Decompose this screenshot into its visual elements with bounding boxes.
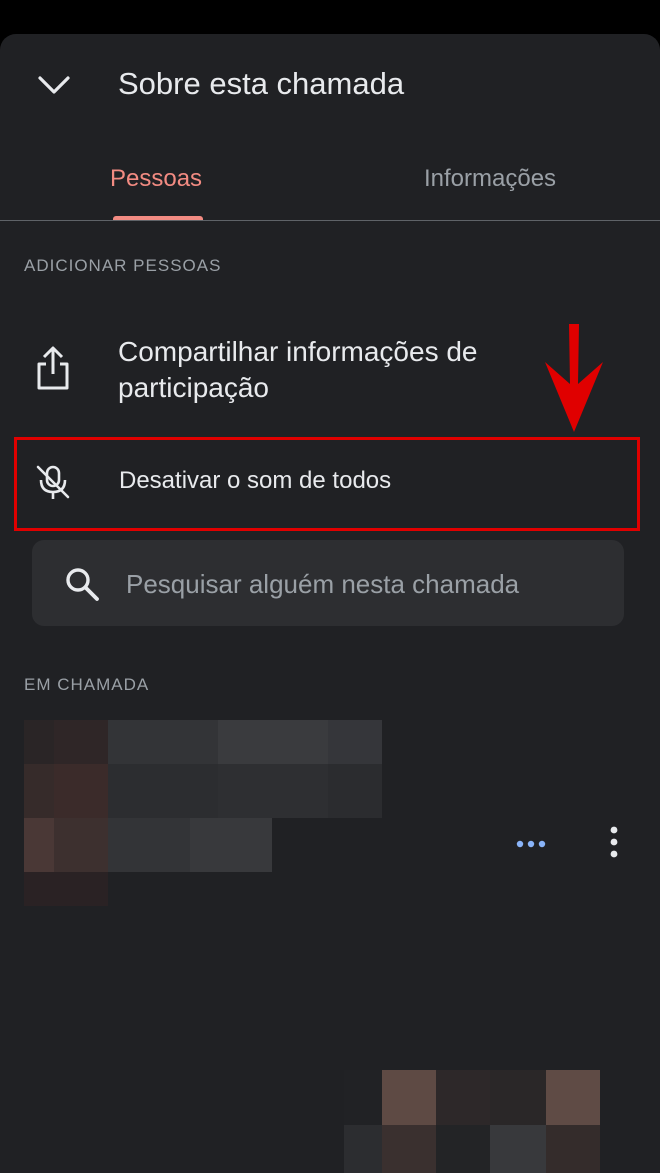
tab-bar: Pessoas Informações xyxy=(0,154,660,221)
call-details-sheet: Sobre esta chamada Pessoas Informações A… xyxy=(0,34,660,1173)
share-icon xyxy=(37,346,69,390)
share-info-label: Compartilhar informações de participação xyxy=(118,336,478,403)
annotation-arrow-icon xyxy=(545,324,603,432)
participant-search[interactable] xyxy=(32,540,624,626)
status-bar xyxy=(0,0,660,34)
more-vert-icon[interactable] xyxy=(608,826,620,858)
self-video-tile-blurred xyxy=(344,990,660,1173)
sheet-header: Sobre esta chamada xyxy=(0,34,660,134)
page-title: Sobre esta chamada xyxy=(118,66,405,101)
tab-people[interactable]: Pessoas xyxy=(110,164,202,194)
mute-all-label: Desativar o som de todos xyxy=(119,467,392,494)
section-label-in-call: EM CHAMADA xyxy=(24,675,150,694)
section-label-add-people: ADICIONAR PESSOAS xyxy=(24,256,222,275)
search-input[interactable] xyxy=(124,564,608,604)
tab-indicator xyxy=(113,216,203,220)
tab-info[interactable]: Informações xyxy=(424,164,556,194)
mic-off-icon xyxy=(36,465,70,499)
participant-row[interactable] xyxy=(24,720,634,906)
speaking-dots-icon xyxy=(516,840,546,848)
search-icon xyxy=(66,568,99,601)
mute-all-row[interactable]: Desativar o som de todos xyxy=(14,437,640,531)
chevron-down-icon[interactable] xyxy=(34,64,74,104)
